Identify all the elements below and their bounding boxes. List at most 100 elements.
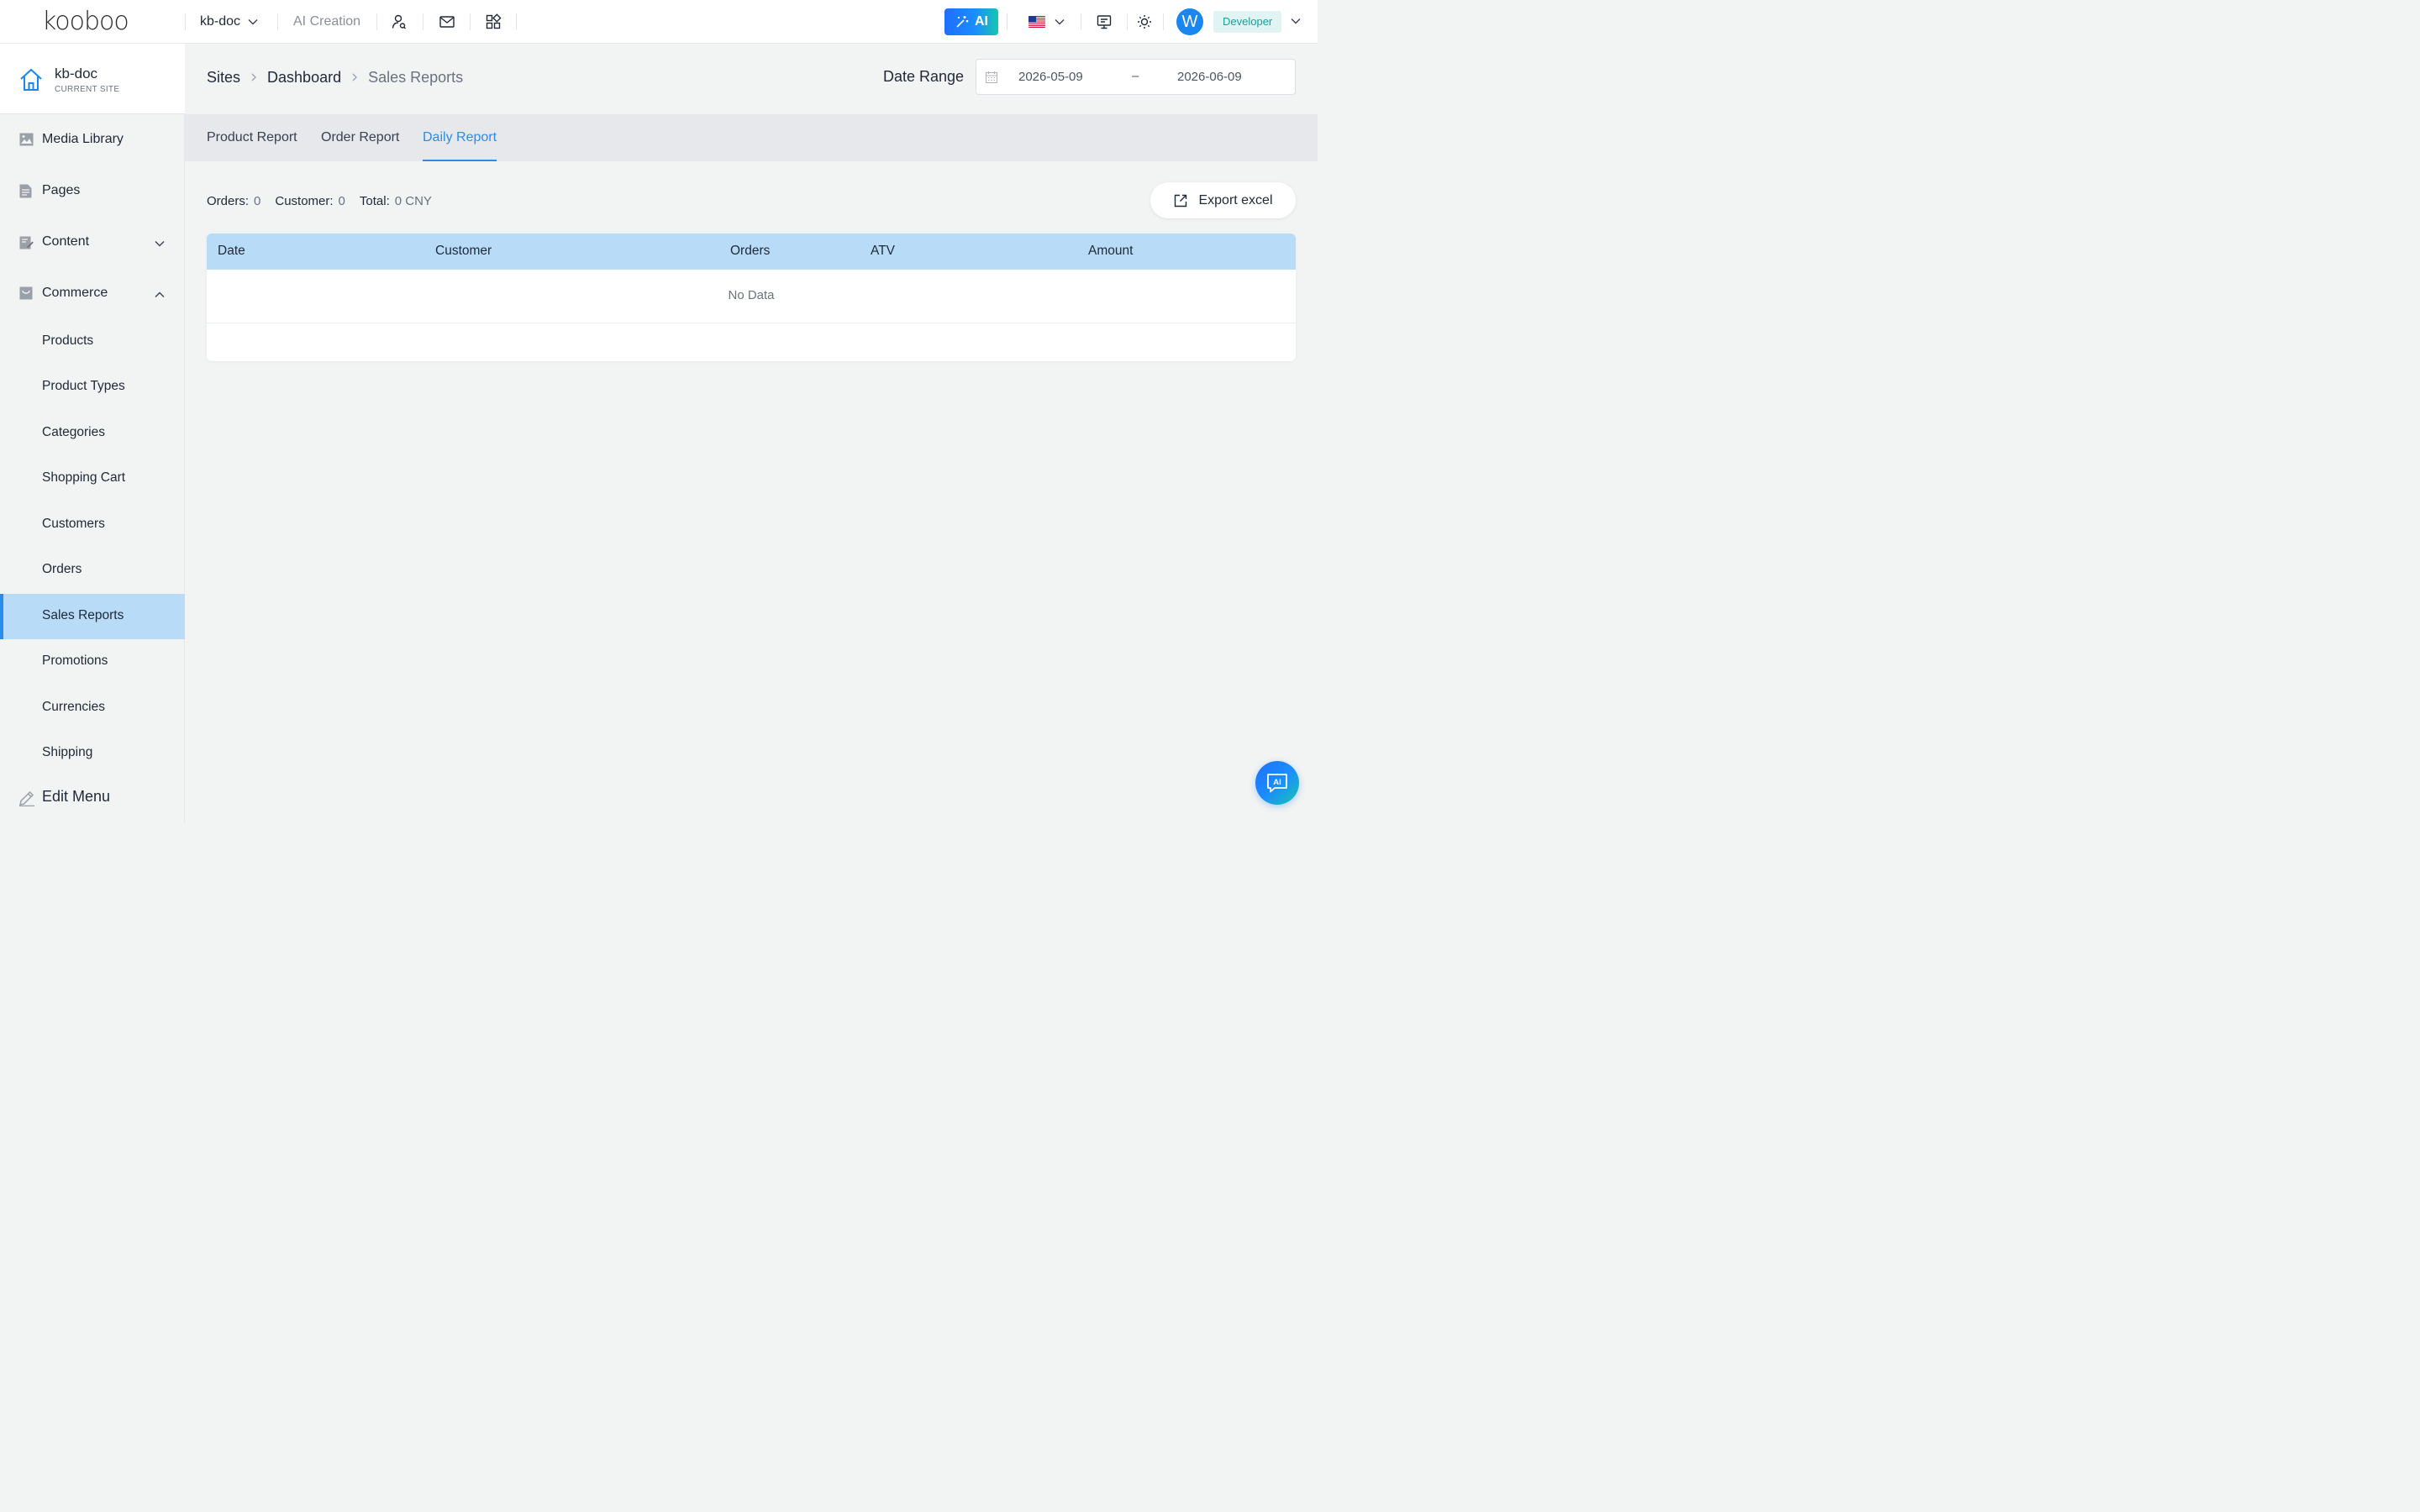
kooboo-logo[interactable]: kooboo (42, 7, 129, 37)
site-selector[interactable]: kb-doc (200, 12, 259, 32)
magic-wand-icon (955, 14, 970, 29)
total-value: 0 CNY (394, 193, 432, 208)
shop-icon (19, 286, 33, 300)
sidebar-item-promotions[interactable]: Promotions (0, 639, 185, 685)
top-header: kooboo kb-doc AI Creation AI W Developer (0, 0, 1318, 44)
us-flag-icon (1028, 16, 1045, 28)
divider (185, 13, 186, 30)
breadcrumb-sites[interactable]: Sites (207, 69, 240, 87)
customer-label: Customer: (275, 193, 334, 208)
report-summary: Orders: 0 Customer: 0 Total: 0 CNY (207, 192, 446, 210)
sidebar-item-categories[interactable]: Categories (0, 411, 185, 456)
divider (470, 13, 471, 30)
ai-creation-link[interactable]: AI Creation (293, 12, 360, 32)
chevron-right-icon (350, 72, 360, 82)
chat-bubble-icon: AI (1267, 774, 1287, 793)
sidebar-item-commerce[interactable]: Commerce (0, 270, 185, 316)
date-range-picker[interactable]: 2026-05-09 – 2026-06-09 (976, 59, 1296, 95)
chevron-right-icon (249, 72, 259, 82)
total-label: Total: (359, 193, 390, 208)
sidebar-item-label: Currencies (42, 700, 105, 714)
sidebar-item-label: Shipping (42, 745, 93, 759)
divider (376, 13, 377, 30)
export-icon (1173, 193, 1188, 208)
divider (423, 13, 424, 30)
export-excel-label: Export excel (1198, 192, 1273, 207)
column-date: Date (218, 244, 245, 258)
date-end[interactable]: 2026-06-09 (1177, 70, 1242, 84)
sidebar-item-orders[interactable]: Orders (0, 548, 185, 593)
breadcrumb-current: Sales Reports (368, 68, 464, 86)
sidebar-item-label: Pages (42, 183, 81, 197)
column-amount: Amount (1088, 244, 1134, 258)
site-selector-label: kb-doc (200, 14, 241, 29)
ai-button-label: AI (975, 14, 988, 29)
sidebar-item-label: Products (42, 333, 94, 348)
ai-float-label: AI (1273, 778, 1281, 787)
report-tabs: Product Report Order Report Daily Report (185, 114, 1318, 161)
edit-menu-label: Edit Menu (42, 788, 111, 805)
sidebar-item-label: Categories (42, 425, 105, 439)
image-icon (19, 133, 34, 146)
sidebar-item-label: Promotions (42, 654, 108, 668)
column-customer: Customer (435, 244, 492, 258)
sidebar-item-currencies[interactable]: Currencies (0, 685, 185, 731)
sidebar-item-media-library[interactable]: Media Library (0, 117, 185, 162)
sidebar-item-products[interactable]: Products (0, 319, 185, 365)
sidebar-item-shipping[interactable]: Shipping (0, 731, 185, 776)
role-badge[interactable]: Developer (1213, 11, 1282, 33)
current-site-caption: CURRENT SITE (55, 85, 120, 94)
sidebar-item-customers[interactable]: Customers (0, 502, 185, 548)
no-data-text: No Data (728, 288, 775, 302)
export-excel-button[interactable]: Export excel (1150, 182, 1296, 218)
tab-order-report[interactable]: Order Report (321, 114, 399, 161)
sidebar-item-label: Sales Reports (42, 608, 124, 622)
column-orders: Orders (730, 244, 771, 258)
theme-sun-icon[interactable] (1134, 12, 1155, 32)
pencil-icon (18, 790, 35, 806)
table-header: Date Customer Orders ATV Amount (207, 234, 1296, 270)
edit-document-icon (19, 235, 34, 249)
document-icon (19, 184, 32, 198)
edit-menu-button[interactable]: Edit Menu (0, 774, 185, 822)
home-icon (18, 67, 44, 92)
user-avatar[interactable]: W (1176, 8, 1203, 35)
chevron-down-icon[interactable] (1290, 15, 1302, 27)
orders-value: 0 (254, 193, 261, 208)
table-empty-row: No Data (207, 270, 1296, 323)
column-atv: ATV (871, 244, 895, 258)
user-permission-icon[interactable] (389, 12, 409, 32)
sidebar-item-product-types[interactable]: Product Types (0, 365, 185, 410)
sidebar-item-label: Commerce (42, 286, 108, 300)
date-separator: – (1132, 69, 1139, 83)
language-selector[interactable] (1028, 12, 1065, 32)
sidebar-item-label: Customers (42, 517, 105, 531)
divider (1163, 13, 1164, 30)
daily-report-table: Date Customer Orders ATV Amount No Data (207, 234, 1296, 361)
sidebar-item-content[interactable]: Content (0, 219, 185, 265)
calendar-icon (986, 71, 997, 83)
sidebar-item-sales-reports[interactable]: Sales Reports (0, 594, 185, 639)
date-start[interactable]: 2026-05-09 (1018, 70, 1083, 84)
apps-grid-icon[interactable] (483, 12, 503, 32)
current-site[interactable]: kb-doc CURRENT SITE (0, 44, 185, 114)
chevron-down-icon (247, 16, 259, 28)
orders-label: Orders: (207, 193, 250, 208)
chevron-up-icon (154, 289, 166, 301)
breadcrumb-dashboard[interactable]: Dashboard (267, 69, 341, 87)
sidebar-item-label: Content (42, 234, 90, 249)
tab-product-report[interactable]: Product Report (207, 114, 297, 161)
mail-icon[interactable] (437, 12, 457, 32)
sidebar-item-label: Orders (42, 562, 82, 576)
breadcrumb: Sites Dashboard Sales Reports (207, 67, 463, 87)
monitor-message-icon[interactable] (1094, 12, 1114, 32)
divider (277, 13, 278, 30)
date-range-label: Date Range (883, 68, 965, 85)
sidebar-item-pages[interactable]: Pages (0, 168, 185, 213)
sidebar-item-shopping-cart[interactable]: Shopping Cart (0, 456, 185, 501)
ai-assistant-button[interactable]: AI (1255, 761, 1299, 805)
divider (516, 13, 517, 30)
ai-button[interactable]: AI (944, 8, 998, 35)
customer-value: 0 (338, 193, 345, 208)
tab-daily-report[interactable]: Daily Report (423, 114, 497, 161)
